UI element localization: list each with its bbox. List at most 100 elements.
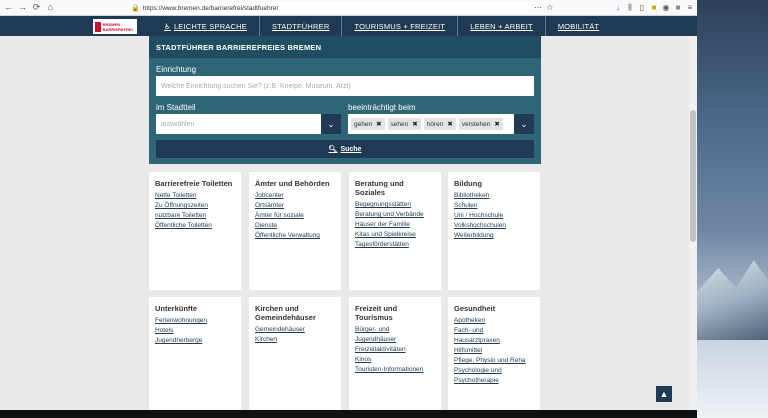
library-icon[interactable]: ⫼ — [624, 2, 636, 14]
card-link[interactable]: Kinos — [355, 355, 435, 365]
card-link[interactable]: Gemeindehäuser — [255, 325, 335, 335]
extension-icon[interactable]: ■ — [648, 2, 660, 14]
card-link[interactable]: Psychologie und Psychotherapie — [454, 366, 514, 386]
card-title: Barrierefreie Toiletten — [155, 179, 233, 188]
menu-icon[interactable]: ≡ — [684, 2, 696, 14]
nav-leichte-sprache[interactable]: ♿ LEICHTE SPRACHE — [152, 16, 260, 36]
arrow-up-icon: ▲ — [659, 389, 669, 399]
nav-tourismus[interactable]: TOURISMUS + FREIZEIT — [342, 16, 459, 36]
extension-2-icon[interactable]: ■ — [672, 2, 684, 14]
card-link[interactable]: Fach- und Hausarztpraxen — [454, 326, 509, 346]
card-title: Ämter und Behörden — [255, 179, 330, 188]
remove-icon[interactable]: ✖ — [447, 120, 452, 128]
chevron-down-icon[interactable]: ⌄ — [514, 114, 534, 134]
card-link[interactable]: Pflege, Physio und Reha — [454, 356, 534, 366]
category-card: Bildung Bibliotheken Schulen Uni / Hochs… — [448, 172, 540, 290]
tag-gehen[interactable]: gehen ✖ — [351, 118, 385, 130]
card-link[interactable]: Nette Toiletten — [155, 191, 235, 201]
card-link[interactable]: Häuser der Familie — [355, 220, 435, 230]
card-link[interactable]: Hilfsmittel — [454, 346, 534, 356]
lock-icon: 🔒 — [131, 5, 140, 12]
card-link[interactable]: Ortsämter — [255, 201, 335, 211]
address-bar[interactable]: 🔒 https://www.bremen.de/barrierefrei/sta… — [128, 2, 528, 14]
more-icon[interactable]: ⋯ — [532, 2, 544, 14]
mountain-image — [697, 260, 768, 340]
logo-mark-icon — [95, 21, 101, 32]
sidebar-icon[interactable]: ▯ — [636, 2, 648, 14]
card-link[interactable]: Tagesförderstätten — [355, 240, 435, 250]
beeintraechtigt-select[interactable]: gehen ✖ sehen ✖ hören ✖ verstehen ✖ ⌄ — [348, 114, 534, 134]
nav-mobilitaet[interactable]: MOBILITÄT — [546, 16, 611, 36]
tag-label: verstehen — [461, 120, 491, 128]
url-text: https://www.bremen.de/barrierefrei/stadt… — [142, 4, 279, 12]
search-icon: 🔍︎ — [328, 146, 338, 153]
card-link[interactable]: Kirchen — [255, 335, 335, 345]
einrichtung-input[interactable]: Welche Einrichtung suchen Sie? (z.B. Kne… — [156, 76, 534, 96]
tag-label: gehen — [354, 120, 373, 128]
card-title: Beratung und Soziales — [355, 179, 404, 197]
chevron-down-icon[interactable]: ⌄ — [321, 114, 341, 134]
scrollbar[interactable] — [689, 36, 697, 410]
card-link[interactable]: Jobcenter — [255, 191, 335, 201]
card-link[interactable]: Touristen-Informationen — [355, 365, 435, 375]
card-link[interactable]: Bibliotheken — [454, 191, 534, 201]
category-card: Gesundheit Apotheken Fach- und Hausarztp… — [448, 297, 540, 410]
remove-icon[interactable]: ✖ — [494, 120, 499, 128]
home-icon[interactable]: ⌂ — [45, 2, 56, 13]
card-link[interactable]: Schulen — [454, 201, 534, 211]
card-link[interactable]: Uni / Hochschule — [454, 211, 534, 221]
card-title: Gesundheit — [454, 304, 496, 313]
remove-icon[interactable]: ✖ — [412, 120, 417, 128]
download-icon[interactable]: ↓ — [612, 2, 624, 14]
tag-verstehen[interactable]: verstehen ✖ — [458, 118, 503, 130]
remove-icon[interactable]: ✖ — [376, 120, 381, 128]
category-card: Beratung und Soziales Begegnungsstätten … — [349, 172, 441, 290]
nav-stadtfuehrer[interactable]: STADTFÜHRER — [260, 16, 343, 36]
beeintraechtigt-label: beeinträchtigt beim — [348, 103, 416, 112]
card-link[interactable]: Ferienwohnungen — [155, 316, 235, 326]
card-link[interactable]: Weiterbildung — [454, 231, 534, 241]
card-link[interactable]: Öffentliche Toiletten — [155, 221, 235, 231]
card-title: Unterkünfte — [155, 304, 198, 313]
card-link[interactable]: Zu Öffnungszeiten nutzbare Toiletten — [155, 201, 230, 221]
category-card: Kirchen und Gemeindehäuser Gemeindehäuse… — [249, 297, 341, 410]
search-button-label: Suche — [340, 145, 362, 153]
card-link[interactable]: Apotheken — [454, 316, 534, 326]
card-link[interactable]: Freizeitaktivitäten — [355, 345, 435, 355]
forward-icon[interactable]: → — [17, 2, 28, 13]
tag-hoeren[interactable]: hören ✖ — [423, 118, 456, 130]
stadtteil-value: auswählen — [161, 120, 195, 128]
card-link[interactable]: Öffentliche Verwaltung — [255, 231, 335, 241]
back-icon[interactable]: ← — [3, 2, 14, 13]
card-link[interactable]: Beratung und Verbände — [355, 210, 435, 220]
browser-toolbar: ← → ⟳ ⌂ 🔒 https://www.bremen.de/barriere… — [0, 0, 697, 16]
search-button[interactable]: 🔍︎ Suche — [156, 140, 534, 158]
bookmark-icon[interactable]: ☆ — [544, 2, 556, 14]
tag-label: sehen — [390, 120, 409, 128]
category-card: Freizeit und Tourismus Bürger- und Jugen… — [349, 297, 441, 410]
scroll-to-top-button[interactable]: ▲ — [656, 386, 672, 402]
nav-leben-arbeit[interactable]: LEBEN + ARBEIT — [458, 16, 546, 36]
tag-sehen[interactable]: sehen ✖ — [387, 118, 421, 130]
category-card: Unterkünfte Ferienwohnungen Hotels Jugen… — [149, 297, 241, 410]
card-link[interactable]: Jugendherberge — [155, 336, 235, 346]
stadtteil-label: im Stadtteil — [156, 103, 196, 112]
card-link[interactable]: Hotels — [155, 326, 235, 336]
card-link[interactable]: Bürger- und Jugendhäuser — [355, 325, 415, 345]
scroll-thumb[interactable] — [690, 110, 696, 242]
card-title: Freizeit und Tourismus — [355, 304, 398, 322]
main-nav: ♿ LEICHTE SPRACHE STADTFÜHRER TOURISMUS +… — [152, 16, 611, 36]
card-link[interactable]: Begegnungsstätten — [355, 200, 435, 210]
card-link[interactable]: Kitas und Spielkreise — [355, 230, 435, 240]
card-link[interactable]: Volkshochschulen — [454, 221, 534, 231]
logo[interactable]: BREMEN BARRIEREFREI — [93, 19, 137, 34]
stadtteil-select[interactable]: auswählen ⌄ — [156, 114, 341, 134]
card-link[interactable]: Ämter für soziale Dienste — [255, 211, 325, 231]
site-header: BREMEN BARRIEREFREI ♿ LEICHTE SPRACHE STA… — [0, 16, 697, 36]
category-card: Ämter und Behörden Jobcenter Ortsämter Ä… — [249, 172, 341, 290]
logo-text: BREMEN BARRIEREFREI — [102, 21, 133, 32]
einrichtung-label: Einrichtung — [156, 65, 197, 74]
account-icon[interactable]: ◉ — [660, 2, 672, 14]
reload-icon[interactable]: ⟳ — [31, 2, 42, 13]
accessibility-icon: ♿ — [164, 21, 171, 31]
